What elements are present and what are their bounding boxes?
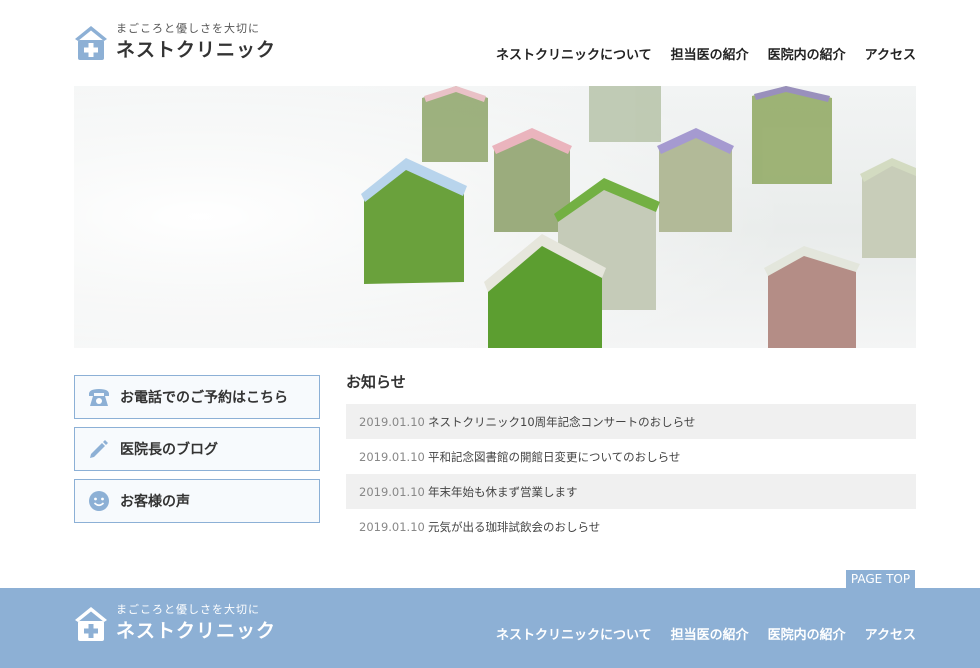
footer-nav-about[interactable]: ネストクリニックについて [496, 624, 652, 643]
nav-doctors[interactable]: 担当医の紹介 [671, 44, 749, 63]
phone-reservation-button[interactable]: お電話でのご予約はこちら [74, 375, 320, 419]
pencil-icon [87, 437, 111, 461]
page-top-button[interactable]: PAGE TOP [846, 570, 915, 588]
news-item: 2019.01.10 平和記念図書館の開館日変更についてのおしらせ [346, 439, 916, 474]
house-cross-icon [75, 607, 107, 641]
news-item: 2019.01.10 年末年始も休まず営業します [346, 474, 916, 509]
news-date: 2019.01.10 [359, 519, 425, 534]
site-logo[interactable]: まごころと優しさを大切に ネストクリニック [74, 22, 276, 63]
news-item: 2019.01.10 元気が出る珈琲試飲会のおしらせ [346, 509, 916, 544]
news-date: 2019.01.10 [359, 449, 425, 464]
news-list: 2019.01.10 ネストクリニック10周年記念コンサートのおしらせ 2019… [346, 404, 916, 544]
footer-site-name: ネストクリニック [116, 620, 277, 642]
main-nav: ネストクリニックについて 担当医の紹介 医院内の紹介 アクセス [496, 44, 916, 63]
news-link[interactable]: 元気が出る珈琲試飲会のおしらせ [428, 519, 600, 535]
nav-about[interactable]: ネストクリニックについて [496, 44, 652, 63]
news-date: 2019.01.10 [359, 414, 425, 429]
site-name: ネストクリニック [116, 39, 277, 61]
footer-nav-access[interactable]: アクセス [865, 624, 916, 643]
site-footer: まごころと優しさを大切に ネストクリニック ネストクリニックについて 担当医の紹… [0, 588, 980, 668]
footer-nav-facility[interactable]: 医院内の紹介 [768, 624, 846, 643]
news-item: 2019.01.10 ネストクリニック10周年記念コンサートのおしらせ [346, 404, 916, 439]
houses-illustration [74, 86, 916, 348]
site-header: まごころと優しさを大切に ネストクリニック ネストクリニックについて 担当医の紹… [74, 22, 916, 70]
smiley-icon [87, 489, 111, 513]
side-menu: お電話でのご予約はこちら 医院長のブログ お客様の声 [74, 375, 320, 531]
director-blog-button[interactable]: 医院長のブログ [74, 427, 320, 471]
phone-reservation-label: お電話でのご予約はこちら [120, 390, 288, 406]
customer-voice-label: お客様の声 [120, 494, 190, 510]
news-date: 2019.01.10 [359, 484, 425, 499]
footer-tagline: まごころと優しさを大切に [116, 603, 260, 616]
director-blog-label: 医院長のブログ [120, 442, 218, 458]
news-link[interactable]: 年末年始も休まず営業します [428, 484, 578, 500]
footer-nav: ネストクリニックについて 担当医の紹介 医院内の紹介 アクセス [496, 624, 916, 643]
phone-icon [87, 385, 111, 409]
footer-nav-doctors[interactable]: 担当医の紹介 [671, 624, 749, 643]
news-link[interactable]: ネストクリニック10周年記念コンサートのおしらせ [428, 414, 695, 430]
nav-facility[interactable]: 医院内の紹介 [768, 44, 846, 63]
house-cross-icon [75, 26, 107, 60]
tagline: まごころと優しさを大切に [116, 22, 260, 35]
news-link[interactable]: 平和記念図書館の開館日変更についてのおしらせ [428, 449, 680, 465]
footer-logo[interactable]: まごころと優しさを大切に ネストクリニック [74, 603, 276, 644]
news-section: お知らせ 2019.01.10 ネストクリニック10周年記念コンサートのおしらせ… [346, 372, 916, 544]
hero-image [74, 86, 916, 348]
nav-access[interactable]: アクセス [865, 44, 916, 63]
customer-voice-button[interactable]: お客様の声 [74, 479, 320, 523]
news-heading: お知らせ [346, 373, 406, 391]
